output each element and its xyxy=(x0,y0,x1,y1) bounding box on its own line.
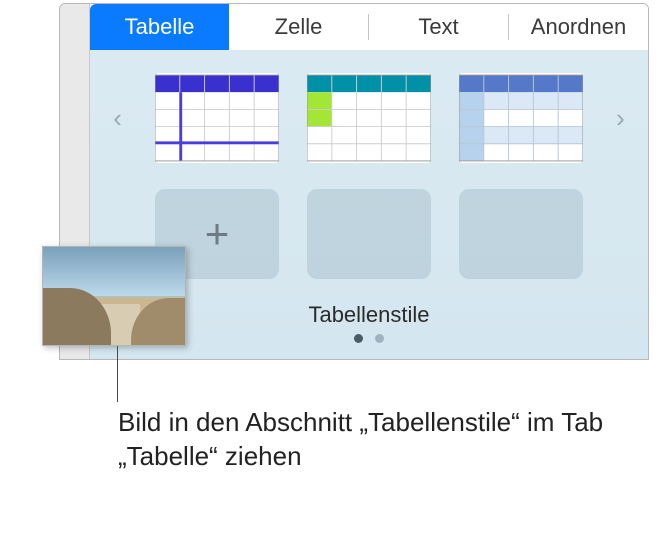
table-icon xyxy=(307,73,431,163)
tab-table[interactable]: Tabelle xyxy=(90,4,229,50)
table-styles-row-2: + xyxy=(108,184,630,284)
table-style-thumb-3[interactable] xyxy=(459,73,583,163)
inspector-tabs: Tabelle Zelle Text Anordnen xyxy=(90,4,648,50)
page-dot-1[interactable] xyxy=(354,334,363,343)
styles-prev-button[interactable]: ‹ xyxy=(108,103,127,134)
callout-leader-line xyxy=(117,346,118,402)
empty-style-slot xyxy=(459,189,583,279)
chevron-right-icon: › xyxy=(616,103,625,134)
table-styles-title: Tabellenstile xyxy=(108,302,630,328)
empty-style-slot xyxy=(307,189,431,279)
table-style-thumb-1[interactable] xyxy=(155,73,279,163)
chevron-left-icon: ‹ xyxy=(113,103,122,134)
tab-cell[interactable]: Zelle xyxy=(229,4,368,50)
table-style-thumb-2[interactable] xyxy=(307,73,431,163)
tab-label: Anordnen xyxy=(531,14,626,40)
styles-next-button[interactable]: › xyxy=(611,103,630,134)
plus-icon: + xyxy=(205,210,230,258)
tab-label: Zelle xyxy=(275,14,323,40)
callout-text: Bild in den Abschnitt „Tabellenstile“ im… xyxy=(118,406,638,474)
tab-text[interactable]: Text xyxy=(369,4,508,50)
tab-label: Text xyxy=(418,14,458,40)
dragged-image-thumbnail[interactable] xyxy=(42,246,186,346)
table-styles-row-1: ‹ xyxy=(108,68,630,168)
table-icon xyxy=(155,73,279,163)
page-dots xyxy=(108,334,630,349)
tab-label: Tabelle xyxy=(125,14,195,40)
table-icon xyxy=(459,73,583,163)
tab-arrange[interactable]: Anordnen xyxy=(509,4,648,50)
page-dot-2[interactable] xyxy=(375,334,384,343)
